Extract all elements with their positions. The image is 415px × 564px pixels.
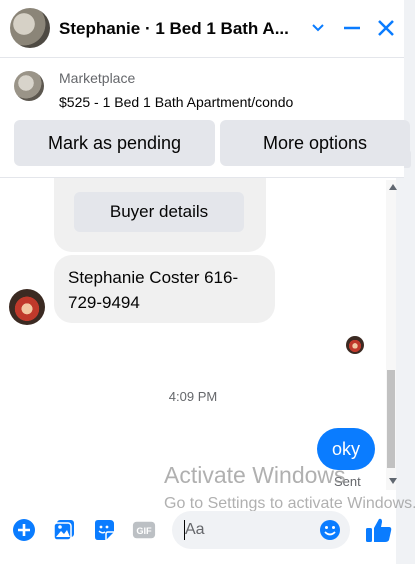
avatar[interactable] bbox=[10, 8, 50, 48]
scroll-up-icon[interactable] bbox=[389, 184, 397, 190]
message-composer: GIF bbox=[0, 505, 404, 555]
gif-icon[interactable]: GIF bbox=[132, 518, 156, 542]
sender-avatar[interactable] bbox=[9, 289, 45, 325]
marketplace-panel: Marketplace $525 - 1 Bed 1 Bath Apartmen… bbox=[0, 58, 410, 178]
buyer-details-button[interactable]: Buyer details bbox=[74, 192, 244, 232]
scroll-down-icon[interactable] bbox=[389, 478, 397, 484]
chat-header[interactable]: Stephanie · 1 Bed 1 Bath A... bbox=[0, 0, 404, 58]
minimize-icon[interactable] bbox=[340, 16, 364, 40]
close-icon[interactable] bbox=[374, 16, 398, 40]
message-timestamp: 4:09 PM bbox=[168, 389, 218, 404]
listing-description[interactable]: $525 - 1 Bed 1 Bath Apartment/condo bbox=[59, 94, 293, 110]
text-cursor bbox=[184, 520, 185, 540]
listing-thumbnail[interactable] bbox=[14, 71, 44, 101]
marketplace-label: Marketplace bbox=[59, 70, 136, 86]
chat-window: Stephanie · 1 Bed 1 Bath A... Marketplac… bbox=[0, 0, 415, 564]
message-bubble: Stephanie Coster 616-729-9494 bbox=[54, 255, 275, 323]
thumbs-up-icon[interactable] bbox=[364, 515, 394, 545]
more-options-button[interactable]: More options bbox=[220, 120, 410, 166]
svg-text:GIF: GIF bbox=[136, 526, 152, 536]
chat-title[interactable]: Stephanie · 1 Bed 1 Bath A... bbox=[59, 19, 289, 39]
emoji-icon[interactable] bbox=[318, 518, 342, 542]
add-icon[interactable] bbox=[12, 518, 36, 542]
mark-as-pending-button[interactable]: Mark as pending bbox=[14, 120, 215, 166]
read-receipt-avatar bbox=[346, 336, 364, 354]
scrollbar-thumb[interactable] bbox=[387, 370, 395, 468]
activation-watermark-title: Activate Windows bbox=[164, 462, 346, 488]
sticker-icon[interactable] bbox=[92, 518, 116, 542]
chevron-down-icon[interactable] bbox=[306, 16, 330, 40]
photo-icon[interactable] bbox=[52, 518, 76, 542]
